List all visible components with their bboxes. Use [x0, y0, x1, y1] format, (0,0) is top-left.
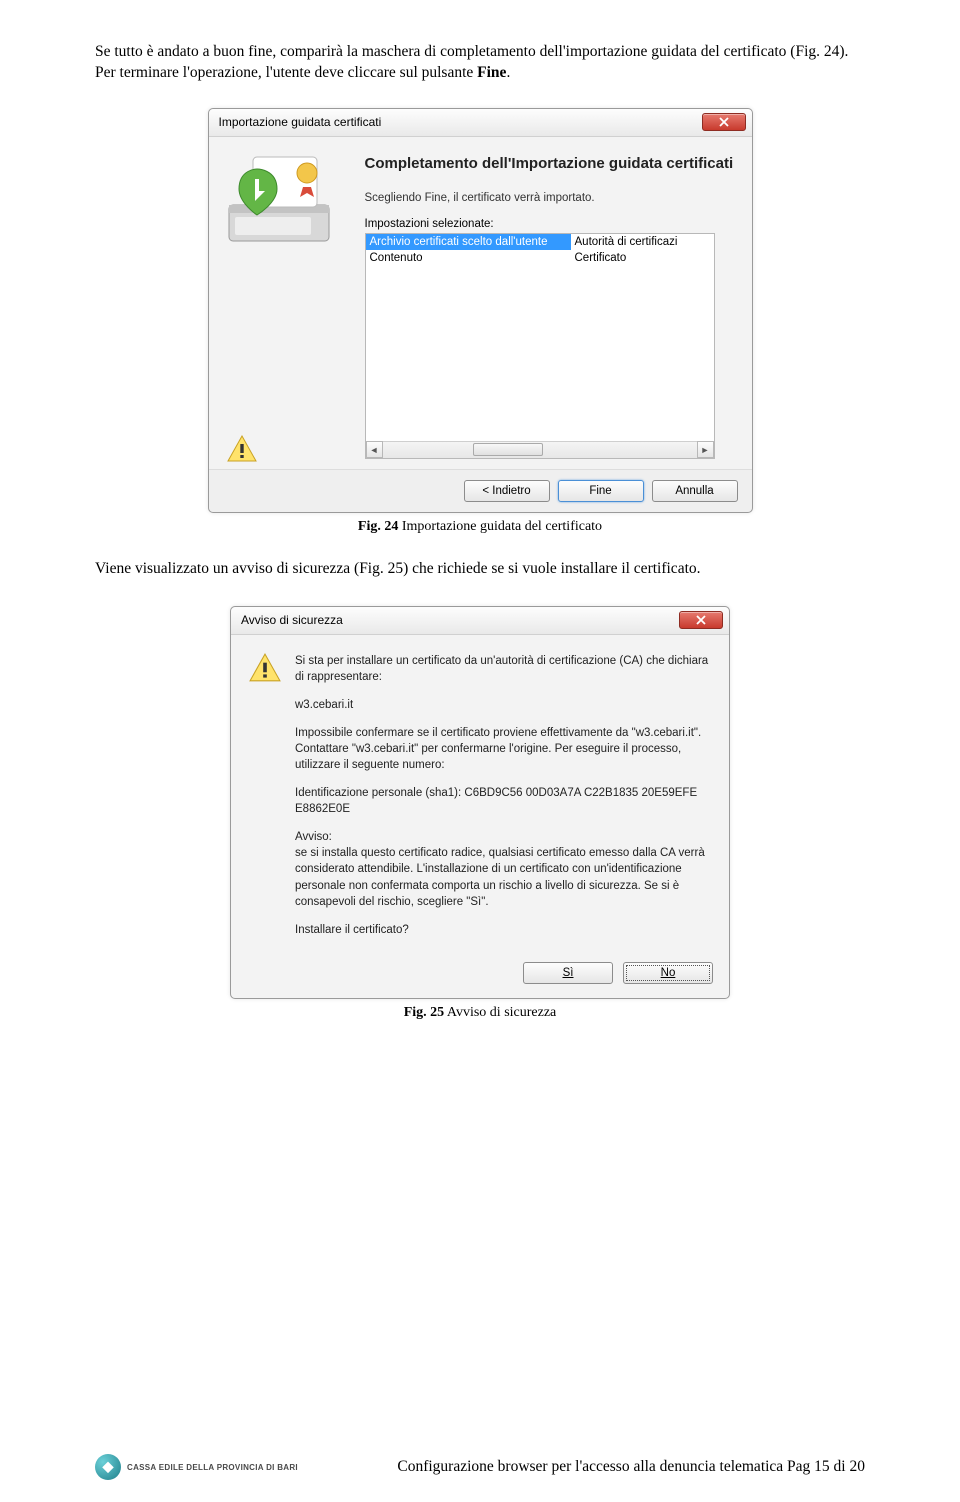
security-warning-dialog: Avviso di sicurezza Si sta per installar…	[230, 606, 730, 999]
wizard-heading: Completamento dell'Importazione guidata …	[365, 155, 736, 174]
dialog-wizard-container: Importazione guidata certificati	[95, 108, 865, 513]
cancel-button[interactable]: Annulla	[652, 480, 738, 502]
text: Se tutto è andato a buon fine, comparirà…	[95, 43, 848, 81]
scroll-right-button[interactable]: ►	[697, 441, 714, 458]
text: Si sta per installare un certificato da …	[295, 653, 711, 685]
no-button[interactable]: No	[623, 962, 713, 984]
wizard-icon	[221, 145, 351, 255]
text: Avviso: se si installa questo certificato…	[295, 829, 711, 909]
window-title: Avviso di sicurezza	[241, 613, 343, 627]
logo-icon: ◆	[95, 1454, 121, 1480]
intro-paragraph: Se tutto è andato a buon fine, comparirà…	[95, 42, 865, 84]
caption-num: Fig. 25	[404, 1005, 444, 1020]
wizard-subtext: Scegliendo Fine, il certificato verrà im…	[365, 192, 736, 204]
caption-num: Fig. 24	[358, 519, 398, 534]
text: se si installa questo certificato radice…	[295, 847, 705, 907]
settings-label: Impostazioni selezionate:	[365, 218, 736, 230]
titlebar: Avviso di sicurezza	[231, 607, 729, 635]
window-title: Importazione guidata certificati	[219, 115, 382, 129]
close-button[interactable]	[702, 113, 746, 131]
label: No	[661, 967, 676, 979]
dialog-body-text: Si sta per installare un certificato da …	[295, 653, 711, 950]
footer-logo: ◆ CASSA EDILE DELLA PROVINCIA DI BARI	[95, 1454, 298, 1480]
finish-button[interactable]: Fine	[558, 480, 644, 502]
warning-icon	[249, 653, 281, 950]
list-item[interactable]: Archivio certificati scelto dall'utente …	[366, 234, 714, 250]
cell: Certificato	[571, 250, 714, 266]
logo-text: CASSA EDILE DELLA PROVINCIA DI BARI	[127, 1463, 298, 1472]
close-icon	[696, 615, 706, 625]
page-footer: ◆ CASSA EDILE DELLA PROVINCIA DI BARI Co…	[0, 1454, 960, 1480]
text-bold: Fine	[477, 64, 506, 81]
para-security: Viene visualizzato un avviso di sicurezz…	[95, 559, 865, 580]
caption-text: Avviso di sicurezza	[444, 1005, 556, 1020]
text: .	[506, 64, 510, 81]
footer-page-number: Configurazione browser per l'accesso all…	[308, 1458, 865, 1476]
warning-icon	[227, 435, 257, 466]
label: Sì	[563, 967, 574, 979]
text: w3.cebari.it	[295, 697, 711, 713]
close-button[interactable]	[679, 611, 723, 629]
cell: Contenuto	[366, 250, 571, 266]
close-icon	[719, 117, 729, 127]
text: Avviso:	[295, 831, 332, 843]
titlebar: Importazione guidata certificati	[209, 109, 752, 137]
button-row: < Indietro Fine Annulla	[209, 469, 752, 512]
settings-listbox[interactable]: Archivio certificati scelto dall'utente …	[365, 233, 715, 459]
scroll-left-button[interactable]: ◄	[366, 441, 383, 458]
figure-caption-24: Fig. 24 Importazione guidata del certifi…	[95, 519, 865, 535]
certificate-wizard-dialog: Importazione guidata certificati	[208, 108, 753, 513]
dialog-security-container: Avviso di sicurezza Si sta per installar…	[95, 606, 865, 999]
cell: Archivio certificati scelto dall'utente	[366, 234, 571, 250]
text: Identificazione personale (sha1): C6BD9C…	[295, 785, 711, 817]
cell: Autorità di certificazi	[571, 234, 714, 250]
horizontal-scrollbar[interactable]: ◄ ►	[366, 441, 714, 458]
button-row: Sì No	[231, 956, 729, 998]
yes-button[interactable]: Sì	[523, 962, 613, 984]
text: Impossibile confermare se il certificato…	[295, 725, 711, 773]
back-button[interactable]: < Indietro	[464, 480, 550, 502]
list-item[interactable]: Contenuto Certificato	[366, 250, 714, 266]
figure-caption-25: Fig. 25 Avviso di sicurezza	[95, 1005, 865, 1021]
caption-text: Importazione guidata del certificato	[398, 519, 602, 534]
scroll-thumb[interactable]	[473, 443, 543, 456]
text: Installare il certificato?	[295, 922, 711, 938]
